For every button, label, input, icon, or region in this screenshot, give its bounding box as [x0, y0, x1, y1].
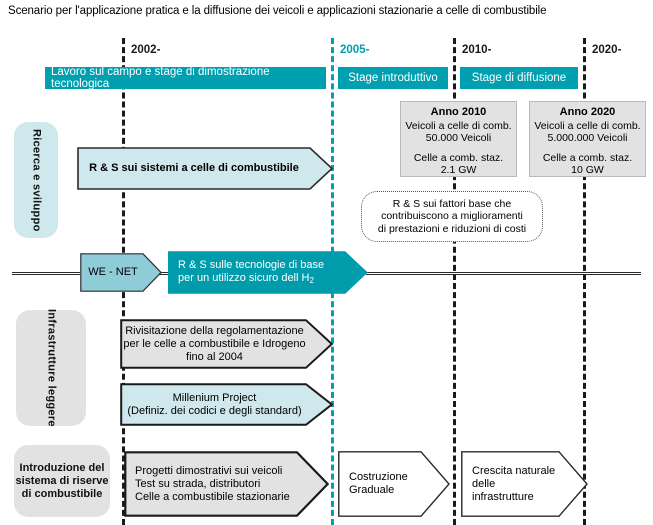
info-box-line-4: 2.1 GW	[440, 164, 477, 176]
info-box-line-1: Veicoli a celle di comb.	[405, 119, 512, 132]
arrow-label-line-3: Celle a combustibile stazionarie	[135, 490, 290, 503]
category-label: Infrastrutture leggere	[45, 309, 58, 427]
info-box-spacer	[401, 145, 516, 152]
arrow-label-wrap: R & S sui sistemi a celle di combustibil…	[77, 147, 333, 190]
arrow-label-wrap: R & S sulle tecnologie di base per un ut…	[168, 251, 368, 294]
arrow-label: Costruzione Graduale	[349, 471, 408, 497]
arrow-label: Millenium Project (Definiz. dei codici e…	[127, 392, 301, 418]
info-box-line-3: Celle a comb. staz.	[413, 151, 504, 164]
arrow-label-line-2: (Definiz. dei codici e degli standard)	[127, 404, 302, 417]
callout-text: R & S sui fattori base che contribuiscon…	[378, 198, 526, 236]
arrow-label-line-1: Costruzione	[349, 471, 408, 483]
info-box-line-3: Celle a comb. staz.	[542, 151, 633, 164]
arrow-we-net[interactable]: WE - NET	[80, 253, 162, 292]
info-box-anno-2010: Anno 2010 Veicoli a celle di comb. 50.00…	[400, 101, 517, 177]
arrow-rs-tecnologie[interactable]: R & S sulle tecnologie di base per un ut…	[168, 251, 368, 294]
info-box-heading: Anno 2010	[430, 106, 487, 118]
subscript-2: 2	[309, 275, 314, 285]
info-box-line-2: 5.000.000 Veicoli	[547, 132, 628, 144]
category-infrastrutture-leggere: Infrastrutture leggere	[16, 309, 86, 427]
timeline-axis-right	[366, 272, 641, 275]
arrow-label-line-2: Test su strada, distributori	[135, 477, 261, 490]
info-box-heading: Anno 2020	[559, 106, 616, 118]
arrow-label-wrap: WE - NET	[80, 253, 162, 292]
arrow-label-wrap: Progetti dimostrativi sui veicoli Test s…	[124, 451, 329, 517]
arrow-label-line-1: Progetti dimostrativi sui veicoli	[135, 464, 283, 477]
arrow-label: Progetti dimostrativi sui veicoli Test s…	[135, 465, 290, 504]
category-introduzione-sistema-riserve: Introduzione del sistema di riserve di c…	[14, 445, 110, 517]
timeline-axis-left	[12, 272, 80, 275]
info-box-anno-2020: Anno 2020 Veicoli a celle di comb. 5.000…	[529, 101, 646, 177]
arrow-label: Rivisitazione della regolamentazione per…	[123, 325, 305, 364]
arrow-millenium-project[interactable]: Millenium Project (Definiz. dei codici e…	[120, 383, 333, 426]
year-label-2005: 2005-	[340, 44, 370, 56]
arrow-label-line-1: Millenium Project	[172, 391, 257, 404]
arrow-label-line-1: Crescita naturale	[472, 464, 556, 477]
arrow-label-wrap: Costruzione Graduale	[338, 451, 450, 517]
arrow-label: WE - NET	[88, 266, 138, 278]
category-label: Ricerca e sviluppo	[30, 128, 43, 232]
stage-bar-introductory[interactable]: Stage introduttivo	[338, 67, 448, 89]
callout-line-2: contribuiscono a miglioramenti	[381, 210, 523, 223]
arrow-label-line-2: Graduale	[349, 484, 395, 496]
category-label: Introduzione del sistema di riserve di c…	[15, 461, 109, 500]
arrow-label-wrap: Millenium Project (Definiz. dei codici e…	[120, 383, 333, 426]
arrow-progetti-dimostrativi[interactable]: Progetti dimostrativi sui veicoli Test s…	[124, 451, 329, 517]
arrow-label: Crescita naturale delle infrastrutture	[472, 465, 558, 504]
arrow-label: R & S sulle tecnologie di base per un ut…	[178, 259, 324, 287]
arrow-costruzione-graduale[interactable]: Costruzione Graduale	[338, 451, 450, 517]
callout-line-1: R & S sui fattori base che	[392, 197, 512, 210]
arrow-label-wrap: Crescita naturale delle infrastrutture	[461, 451, 588, 517]
info-box-line-1: Veicoli a celle di comb.	[534, 119, 641, 132]
year-label-2010: 2010-	[462, 44, 492, 56]
arrow-label-line-1: Rivisitazione della regolamentazione	[125, 324, 304, 337]
arrow-label-line-1: R & S sulle tecnologie di base	[178, 258, 325, 271]
info-box-line-2: 50.000 Veicoli	[425, 132, 492, 144]
callout-line-3: di prestazioni e riduzioni di costi	[377, 222, 527, 235]
year-label-2002: 2002-	[131, 44, 161, 56]
arrow-label-line-2: per un utilizzo sicuro dell H	[178, 271, 310, 284]
arrow-crescita-naturale[interactable]: Crescita naturale delle infrastrutture	[461, 451, 588, 517]
roadmap-diagram: Scenario per l'applicazione pratica e la…	[0, 0, 653, 525]
info-box-spacer	[530, 145, 645, 152]
arrow-label-line-3: fino al 2004	[186, 350, 243, 363]
arrow-label-line-2: per le celle a combustibile e Idrogeno	[123, 337, 306, 350]
arrow-label-wrap: Rivisitazione della regolamentazione per…	[120, 319, 333, 369]
arrow-rs-sistemi[interactable]: R & S sui sistemi a celle di combustibil…	[77, 147, 333, 190]
arrow-label: R & S sui sistemi a celle di combustibil…	[89, 162, 299, 174]
info-box-line-4: 10 GW	[571, 164, 604, 176]
category-ricerca-e-sviluppo: Ricerca e sviluppo	[14, 122, 58, 238]
stage-bar-diffusion[interactable]: Stage di diffusione	[460, 67, 578, 89]
callout-rs-fattori-base: R & S sui fattori base che contribuiscon…	[361, 191, 543, 242]
stage-bar-field-work[interactable]: Lavoro sul campo e stage di dimostrazion…	[45, 66, 326, 90]
year-label-2020: 2020-	[592, 44, 622, 56]
arrow-label-line-2: delle infrastrutture	[472, 477, 534, 503]
page-title: Scenario per l'applicazione pratica e la…	[8, 5, 547, 17]
arrow-rivisitazione-regolamentazione[interactable]: Rivisitazione della regolamentazione per…	[120, 319, 333, 369]
